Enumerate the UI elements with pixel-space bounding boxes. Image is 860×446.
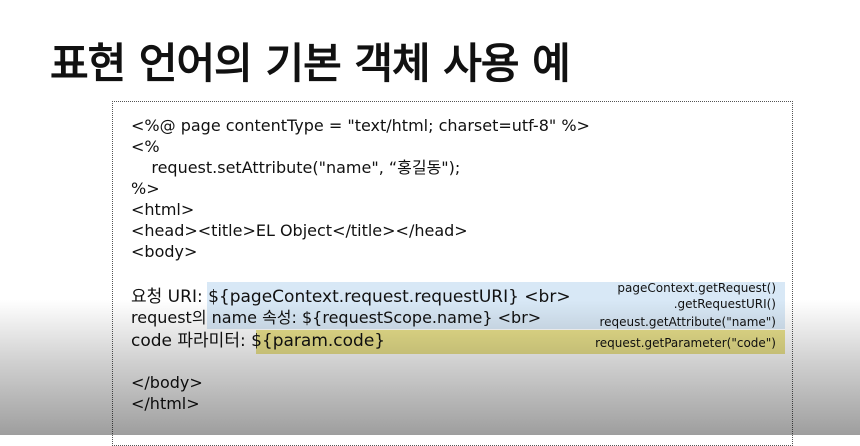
code-line-request-uri: 요청 URI: ${pageContext.request.requestURI… [131, 287, 571, 307]
code-line-body-close: </body> [131, 373, 203, 392]
code-box: <%@ page contentType = "text/html; chars… [112, 101, 793, 446]
code-line-page-directive: <%@ page contentType = "text/html; chars… [131, 116, 590, 135]
code-line-scriptlet-close: %> [131, 179, 160, 198]
note-get-parameter: request.getParameter("code") [595, 336, 776, 350]
code-line-html-open: <html> [131, 200, 195, 219]
code-line-set-attribute: request.setAttribute("name", “홍길동"); [131, 158, 461, 177]
slide-title: 표현 언어의 기본 객체 사용 예 [50, 39, 571, 88]
code-line-html-close: </html> [131, 394, 200, 413]
code-line-body-open: <body> [131, 242, 198, 261]
code-line-param-code: code 파라미터: ${param.code} [131, 331, 386, 351]
code-line-scriptlet-open: <% [131, 137, 160, 156]
note-get-attribute: reqeust.getAttribute("name") [599, 315, 776, 329]
code-line-request-name: request의 name 속성: ${requestScope.name} <… [131, 308, 542, 327]
code-line-head: <head><title>EL Object</title></head> [131, 221, 468, 240]
note-get-request: pageContext.getRequest() [617, 281, 776, 295]
note-get-request-uri: .getRequestURI() [673, 297, 776, 311]
